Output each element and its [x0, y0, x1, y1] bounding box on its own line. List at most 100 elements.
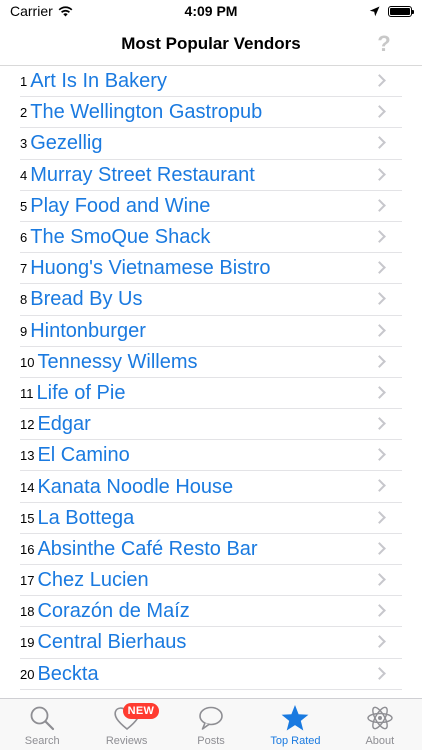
- chevron-right-icon: [373, 604, 386, 618]
- chevron-right-icon: [373, 230, 386, 243]
- chevron-right-icon: [373, 573, 386, 586]
- chevron-right-icon: [373, 74, 386, 87]
- vendor-rank: 19: [20, 635, 35, 651]
- vendor-name[interactable]: Kanata Noodle House: [37, 476, 233, 499]
- vendor-row[interactable]: 3 Gezellig: [0, 128, 422, 160]
- vendor-name[interactable]: Gezellig: [30, 132, 102, 155]
- tab-label: About: [365, 735, 395, 747]
- vendor-row[interactable]: 15 La Bottega: [0, 503, 422, 535]
- vendor-name[interactable]: Hintonburger: [30, 320, 146, 343]
- chevron-right-icon: [373, 323, 386, 337]
- tab-posts[interactable]: Posts: [169, 699, 253, 750]
- chevron-right-icon: [373, 261, 386, 274]
- nav-bar: Most Popular Vendors ?: [0, 22, 422, 66]
- vendor-rank: 5: [20, 198, 28, 214]
- vendor-row[interactable]: 9 Hintonburger: [0, 316, 422, 347]
- speech-bubble-icon: [199, 706, 223, 730]
- vendor-row[interactable]: 17 Chez Lucien: [0, 565, 422, 597]
- vendor-name[interactable]: Corazón de Maíz: [37, 600, 189, 623]
- vendor-row[interactable]: 14 Kanata Noodle House: [0, 471, 422, 503]
- tab-label: Posts: [197, 735, 225, 747]
- page-title: Most Popular Vendors: [121, 33, 301, 53]
- vendor-row[interactable]: 7 Huong's Vietnamese Bistro: [0, 253, 422, 285]
- vendor-rank: 12: [20, 417, 35, 433]
- chevron-right-icon: [373, 354, 386, 368]
- vendor-rank: 9: [20, 323, 28, 339]
- tab-search[interactable]: Search: [0, 699, 84, 750]
- chevron-right-icon: [373, 417, 386, 430]
- vendor-name[interactable]: The Wellington Gastropub: [30, 101, 262, 124]
- chevron-right-icon: [373, 541, 386, 555]
- vendor-row[interactable]: 13 El Camino: [0, 440, 422, 472]
- vendor-name[interactable]: Chez Lucien: [37, 569, 148, 592]
- vendor-name[interactable]: Murray Street Restaurant: [30, 164, 255, 187]
- chevron-right-icon: [373, 292, 386, 306]
- vendor-rank: 15: [20, 510, 35, 526]
- vendor-row[interactable]: 12 Edgar: [0, 409, 422, 441]
- vendor-name[interactable]: Play Food and Wine: [30, 195, 210, 218]
- status-bar: Carrier 4:09 PM: [0, 0, 422, 22]
- tab-bar: Search NEW Reviews Posts Top Rated About: [0, 698, 422, 750]
- chevron-right-icon: [373, 105, 386, 119]
- wifi-icon: [58, 5, 73, 16]
- vendor-name[interactable]: The SmoQue Shack: [30, 226, 210, 249]
- vendor-rank: 4: [20, 167, 28, 183]
- vendor-rank: 1: [20, 74, 28, 90]
- vendor-row[interactable]: 5 Play Food and Wine: [0, 191, 422, 223]
- vendor-row[interactable]: 19 Central Bierhaus: [0, 627, 422, 659]
- vendor-row[interactable]: 11 Life of Pie: [0, 378, 422, 410]
- vendor-name[interactable]: Life of Pie: [37, 382, 126, 405]
- search-icon: [30, 706, 55, 731]
- vendor-row[interactable]: 20 Beckta: [0, 659, 422, 690]
- vendor-name[interactable]: Huong's Vietnamese Bistro: [30, 257, 270, 280]
- vendor-name[interactable]: Absinthe Café Resto Bar: [37, 538, 257, 561]
- vendor-rank: 2: [20, 105, 28, 121]
- chevron-right-icon: [373, 198, 386, 212]
- vendor-rank: 18: [20, 604, 35, 620]
- vendor-row[interactable]: 18 Corazón de Maíz: [0, 596, 422, 628]
- vendor-row[interactable]: 2 The Wellington Gastropub: [0, 97, 422, 129]
- vendor-row[interactable]: 4 Murray Street Restaurant: [0, 160, 422, 191]
- chevron-right-icon: [373, 167, 386, 181]
- vendor-rank: 10: [20, 354, 35, 370]
- carrier-label: Carrier: [10, 3, 53, 19]
- vendor-name[interactable]: Bread By Us: [30, 288, 142, 311]
- vendor-name[interactable]: La Bottega: [37, 507, 134, 530]
- vendor-name[interactable]: Central Bierhaus: [37, 631, 186, 654]
- vendor-name[interactable]: Art Is In Bakery: [30, 70, 167, 93]
- chevron-right-icon: [373, 479, 386, 493]
- chevron-right-icon: [373, 448, 386, 462]
- vendor-name[interactable]: Edgar: [37, 413, 90, 436]
- status-time: 4:09 PM: [184, 3, 238, 19]
- vendor-rank: 20: [20, 666, 35, 682]
- atom-icon: [367, 706, 393, 730]
- vendor-rank: 16: [20, 541, 35, 557]
- vendor-rank: 7: [20, 261, 28, 277]
- vendor-name[interactable]: Tennessy Willems: [37, 351, 197, 374]
- vendor-name[interactable]: Beckta: [37, 663, 98, 686]
- vendor-rank: 14: [20, 479, 35, 495]
- tab-reviews[interactable]: NEW Reviews: [84, 699, 168, 750]
- star-icon: [282, 705, 309, 731]
- vendor-list[interactable]: 1 Art Is In Bakery 2 The Wellington Gastrop…: [0, 66, 422, 698]
- chevron-right-icon: [373, 510, 386, 524]
- vendor-rank: 13: [20, 448, 35, 464]
- vendor-name[interactable]: El Camino: [37, 444, 129, 467]
- new-badge: NEW: [122, 703, 160, 719]
- vendor-row[interactable]: 6 The SmoQue Shack: [0, 222, 422, 254]
- vendor-rank: 6: [20, 230, 28, 246]
- vendor-rank: 17: [20, 573, 35, 589]
- help-button[interactable]: ?: [372, 30, 396, 58]
- chevron-right-icon: [373, 136, 386, 150]
- status-left: Carrier: [10, 3, 140, 19]
- vendor-row[interactable]: 10 Tennessy Willems: [0, 347, 422, 379]
- vendor-rank: 11: [20, 385, 34, 401]
- tab-about[interactable]: About: [338, 699, 422, 750]
- vendor-row[interactable]: 1 Art Is In Bakery: [0, 66, 422, 98]
- location-arrow-icon: [369, 6, 380, 16]
- tab-label: Search: [24, 735, 60, 747]
- status-right: [282, 5, 414, 17]
- vendor-row[interactable]: 8 Bread By Us: [0, 284, 422, 316]
- tab-top-rated[interactable]: Top Rated: [253, 699, 337, 750]
- vendor-row[interactable]: 16 Absinthe Café Resto Bar: [0, 534, 422, 566]
